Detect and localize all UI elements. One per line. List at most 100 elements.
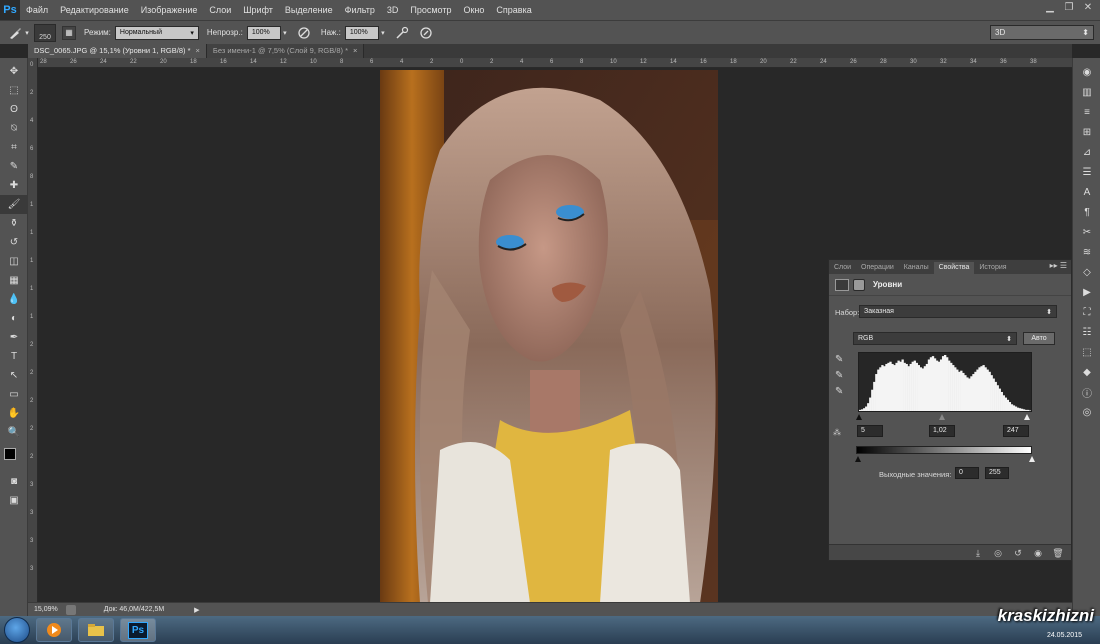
output-white-slider[interactable] — [1029, 456, 1035, 462]
mode-select[interactable]: Нормальный ▾ — [114, 25, 199, 40]
view-previous-icon[interactable]: ◎ — [991, 547, 1005, 559]
input-white-field[interactable]: 247 — [1003, 425, 1029, 437]
tab-properties[interactable]: Свойства — [933, 262, 975, 274]
trash-icon[interactable]: 🗑 — [1051, 547, 1065, 559]
proof-icon[interactable] — [65, 604, 76, 615]
menu-select[interactable]: Выделение — [279, 0, 339, 20]
input-sliders[interactable] — [854, 412, 1034, 420]
input-gamma-field[interactable]: 1,02 — [929, 425, 955, 437]
close-icon[interactable]: × — [353, 44, 357, 58]
dock-panel-icon[interactable]: ◇ — [1073, 262, 1100, 282]
chevron-down-icon[interactable]: ▾ — [281, 24, 289, 42]
eyedropper-tool-icon[interactable]: ✎ — [0, 157, 28, 176]
dock-panel-icon[interactable]: ≋ — [1073, 242, 1100, 262]
close-icon[interactable]: × — [196, 44, 200, 58]
dock-panel-icon[interactable]: ◎ — [1073, 402, 1100, 422]
dodge-tool-icon[interactable]: ◐ — [0, 309, 28, 328]
brush-preset-icon[interactable] — [6, 24, 24, 42]
path-select-tool-icon[interactable]: ↖ — [0, 366, 28, 385]
dock-panel-icon[interactable]: ◆ — [1073, 362, 1100, 382]
quick-select-tool-icon[interactable]: ⍉ — [0, 119, 28, 138]
workspace-select[interactable]: 3D ⬍ — [990, 25, 1094, 40]
stamp-tool-icon[interactable]: ⚱ — [0, 214, 28, 233]
start-button[interactable] — [4, 617, 30, 643]
menu-edit[interactable]: Редактирование — [54, 0, 135, 20]
dock-panel-icon[interactable]: ✂ — [1073, 222, 1100, 242]
minimize-button[interactable]: ▁ — [1042, 0, 1058, 16]
input-black-field[interactable]: 5 — [857, 425, 883, 437]
opacity-field[interactable]: 100% — [246, 25, 281, 40]
lasso-tool-icon[interactable]: ʘ — [0, 100, 28, 119]
tab-channels[interactable]: Каналы — [899, 262, 934, 274]
preset-select[interactable]: Заказная ⬍ — [859, 305, 1057, 318]
black-point-slider[interactable] — [856, 414, 862, 420]
visibility-eye-icon[interactable]: ◉ — [1031, 547, 1045, 559]
zoom-tool-icon[interactable]: 🔍 — [0, 423, 28, 442]
brush-tool-icon[interactable]: 🖌 — [0, 195, 28, 214]
dock-panel-icon[interactable]: ◉ — [1073, 62, 1100, 82]
dock-panel-icon[interactable]: ⊿ — [1073, 142, 1100, 162]
close-button[interactable]: ✕ — [1080, 0, 1096, 16]
clip-to-layer-icon[interactable]: ⤓ — [971, 547, 985, 559]
dock-panel-icon[interactable]: ☰ — [1073, 162, 1100, 182]
menu-image[interactable]: Изображение — [135, 0, 204, 20]
status-menu-icon[interactable]: ▶ — [194, 606, 199, 614]
crop-tool-icon[interactable]: ⌗ — [0, 138, 28, 157]
clipping-icon[interactable]: ⁂ — [833, 428, 841, 437]
chevron-down-icon[interactable]: ▾ — [24, 24, 30, 42]
pen-tool-icon[interactable]: ✒ — [0, 328, 28, 347]
dock-panel-icon[interactable]: ▥ — [1073, 82, 1100, 102]
restore-button[interactable]: ❐ — [1061, 0, 1077, 16]
zoom-level[interactable]: 15,09% — [34, 606, 58, 613]
channel-select[interactable]: RGB ⬍ — [853, 332, 1017, 345]
auto-button[interactable]: Авто — [1023, 332, 1055, 345]
dock-panel-icon[interactable]: ⛶ — [1073, 302, 1100, 322]
shape-tool-icon[interactable]: ▭ — [0, 385, 28, 404]
quick-mask-icon[interactable]: ◙ — [0, 472, 28, 491]
dock-panel-icon[interactable]: ⓘ — [1073, 382, 1100, 402]
panel-menu-icon[interactable]: ▸▸ ☰ — [1050, 261, 1067, 270]
foreground-color[interactable] — [4, 448, 16, 460]
airbrush-icon[interactable] — [393, 24, 411, 42]
brush-panel-icon[interactable]: ▦ — [62, 25, 76, 40]
dock-panel-icon[interactable]: ≡ — [1073, 102, 1100, 122]
dock-panel-icon[interactable]: ⊞ — [1073, 122, 1100, 142]
hand-tool-icon[interactable]: ✋ — [0, 404, 28, 423]
screen-mode-icon[interactable]: ▣ — [0, 491, 28, 510]
menu-filter[interactable]: Фильтр — [339, 0, 381, 20]
color-swatches[interactable] — [0, 446, 28, 472]
move-tool-icon[interactable]: ✥ — [0, 62, 28, 81]
tab-layers[interactable]: Слои — [829, 262, 856, 274]
menu-type[interactable]: Шрифт — [237, 0, 279, 20]
type-tool-icon[interactable]: T — [0, 347, 28, 366]
dock-panel-icon[interactable]: ¶ — [1073, 202, 1100, 222]
layer-mask-icon[interactable] — [853, 278, 865, 291]
menu-file[interactable]: Файл — [20, 0, 54, 20]
healing-tool-icon[interactable]: ✚ — [0, 176, 28, 195]
tab-history[interactable]: История — [974, 262, 1011, 274]
output-sliders[interactable] — [853, 454, 1035, 462]
white-eyedropper-icon[interactable]: ✎ — [835, 386, 843, 397]
dock-panel-icon[interactable]: ☷ — [1073, 322, 1100, 342]
menu-help[interactable]: Справка — [490, 0, 537, 20]
tab-actions[interactable]: Операции — [856, 262, 899, 274]
explorer-task[interactable] — [78, 618, 114, 642]
menu-layers[interactable]: Слои — [203, 0, 237, 20]
dock-panel-icon[interactable]: ▶ — [1073, 282, 1100, 302]
dock-panel-icon[interactable]: A — [1073, 182, 1100, 202]
pressure-size-icon[interactable] — [417, 24, 435, 42]
document-image[interactable] — [380, 70, 718, 603]
menu-view[interactable]: Просмотр — [404, 0, 457, 20]
black-eyedropper-icon[interactable]: ✎ — [835, 354, 843, 365]
output-black-slider[interactable] — [855, 456, 861, 462]
eraser-tool-icon[interactable]: ◫ — [0, 252, 28, 271]
media-player-task[interactable] — [36, 618, 72, 642]
output-black-field[interactable]: 0 — [955, 467, 979, 479]
output-white-field[interactable]: 255 — [985, 467, 1009, 479]
document-tab[interactable]: Без имени-1 @ 7,5% (Слой 9, RGB/8) * × — [206, 44, 365, 58]
pressure-opacity-icon[interactable] — [295, 24, 313, 42]
reset-icon[interactable]: ↺ — [1011, 547, 1025, 559]
pressure-field[interactable]: 100% — [344, 25, 379, 40]
gradient-tool-icon[interactable]: ▦ — [0, 271, 28, 290]
dock-panel-icon[interactable]: ⬚ — [1073, 342, 1100, 362]
